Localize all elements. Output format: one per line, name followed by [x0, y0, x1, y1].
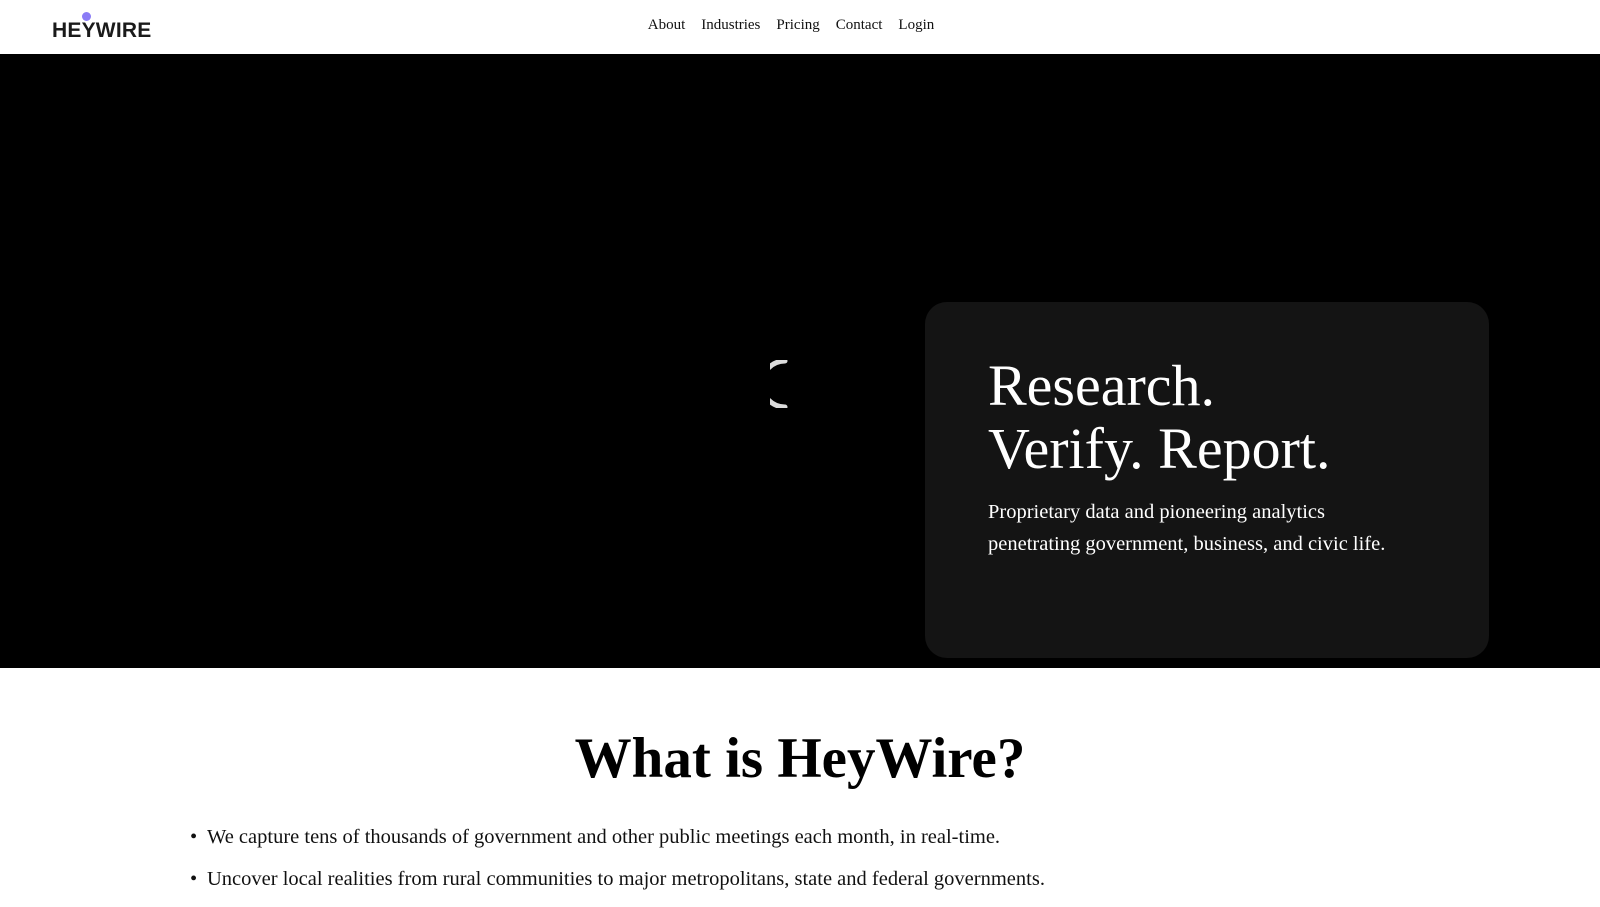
what-is-bullet-list: • We capture tens of thousands of govern…: [190, 823, 1390, 907]
nav-about-link[interactable]: About: [648, 17, 686, 34]
hero-title: Research. Verify. Report.: [988, 354, 1468, 480]
list-item: • We capture tens of thousands of govern…: [190, 823, 1390, 851]
bullet-text: We capture tens of thousands of governme…: [207, 826, 1001, 848]
hero-card: Research. Verify. Report. Proprietary da…: [925, 302, 1489, 658]
nav-contact-link[interactable]: Contact: [836, 17, 883, 34]
what-is-heywire-heading: What is HeyWire?: [574, 727, 1026, 790]
hero-subtitle-line1: Proprietary data and pioneering analytic…: [988, 501, 1325, 523]
nav-pricing-link[interactable]: Pricing: [776, 17, 819, 34]
nav-industries-link[interactable]: Industries: [701, 17, 760, 34]
nav-login-link[interactable]: Login: [898, 17, 934, 34]
main-nav: About Industries Pricing Contact Login: [0, 17, 1600, 34]
list-item: • Uncover local realities from rural com…: [190, 865, 1390, 893]
hero-title-line1: Research.: [988, 353, 1216, 418]
bullet-icon: •: [190, 868, 198, 890]
bullet-icon: •: [190, 826, 198, 848]
bullet-text: Uncover local realities from rural commu…: [207, 868, 1045, 890]
hero-title-line2: Verify. Report.: [988, 416, 1331, 481]
hero-section: Research. Verify. Report. Proprietary da…: [0, 54, 1600, 668]
loading-spinner-icon: [770, 360, 788, 408]
site-header: HE Y WIRE About Industries Pricing Contact…: [0, 0, 1600, 54]
hero-subtitle: Proprietary data and pioneering analytic…: [988, 496, 1458, 560]
hero-subtitle-line2: penetrating government, business, and ci…: [988, 533, 1386, 555]
